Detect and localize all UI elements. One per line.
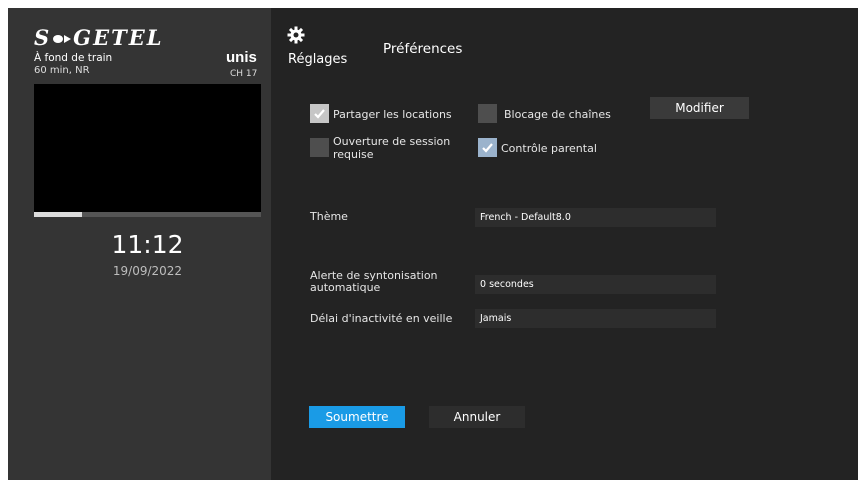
share-rentals-checkbox[interactable] [310, 104, 329, 123]
program-meta: 60 min, NR [34, 65, 90, 76]
checkmark-icon [482, 143, 493, 153]
login-required-label-line2: requise [333, 148, 374, 161]
login-required-label: Ouverture de session requise [333, 135, 450, 161]
program-title: À fond de train [34, 52, 113, 64]
parental-control-checkbox[interactable] [478, 138, 497, 157]
settings-label: Réglages [288, 52, 348, 67]
cancel-button[interactable]: Annuler [429, 406, 525, 428]
auto-tune-select[interactable]: 0 secondes [475, 275, 716, 294]
standby-select[interactable]: Jamais [475, 309, 716, 328]
logo-text-right: GETEL [73, 25, 164, 50]
login-required-checkbox[interactable] [310, 138, 329, 157]
logo-mark-icon [52, 24, 72, 43]
theme-select[interactable]: French - Default8.0 [475, 208, 716, 227]
parental-control-label: Contrôle parental [501, 142, 597, 155]
channel-blocking-label: Blocage de chaînes [504, 108, 611, 121]
auto-tune-label: Alerte de syntonisation automatique [310, 270, 438, 294]
video-preview[interactable] [34, 84, 261, 212]
submit-button[interactable]: Soumettre [309, 406, 405, 428]
modify-button[interactable]: Modifier [650, 97, 749, 119]
program-progress-fill [34, 212, 82, 217]
program-progress-bar [34, 212, 261, 217]
settings-screen: S GETEL À fond de train 60 min, NR unis C… [8, 8, 858, 480]
channel-number: CH 17 [230, 69, 258, 79]
clock-time: 11:12 [111, 230, 184, 259]
standby-label: Délai d'inactivité en veille [310, 312, 453, 325]
theme-label: Thème [310, 210, 348, 223]
channel-blocking-checkbox[interactable] [478, 104, 497, 123]
auto-tune-label-line2: automatique [310, 281, 381, 294]
login-required-label-line1: Ouverture de session [333, 135, 451, 148]
clock-date: 19/09/2022 [112, 264, 183, 278]
now-playing-panel: S GETEL À fond de train 60 min, NR unis C… [8, 8, 271, 480]
page-title: Préférences [383, 41, 463, 57]
share-rentals-label: Partager les locations [333, 108, 452, 121]
logo-text-left: S [34, 25, 52, 50]
checkmark-icon [314, 109, 325, 119]
sogetel-logo: S GETEL [34, 25, 164, 50]
gear-icon [287, 26, 305, 44]
provider-logo: unis [226, 49, 257, 66]
